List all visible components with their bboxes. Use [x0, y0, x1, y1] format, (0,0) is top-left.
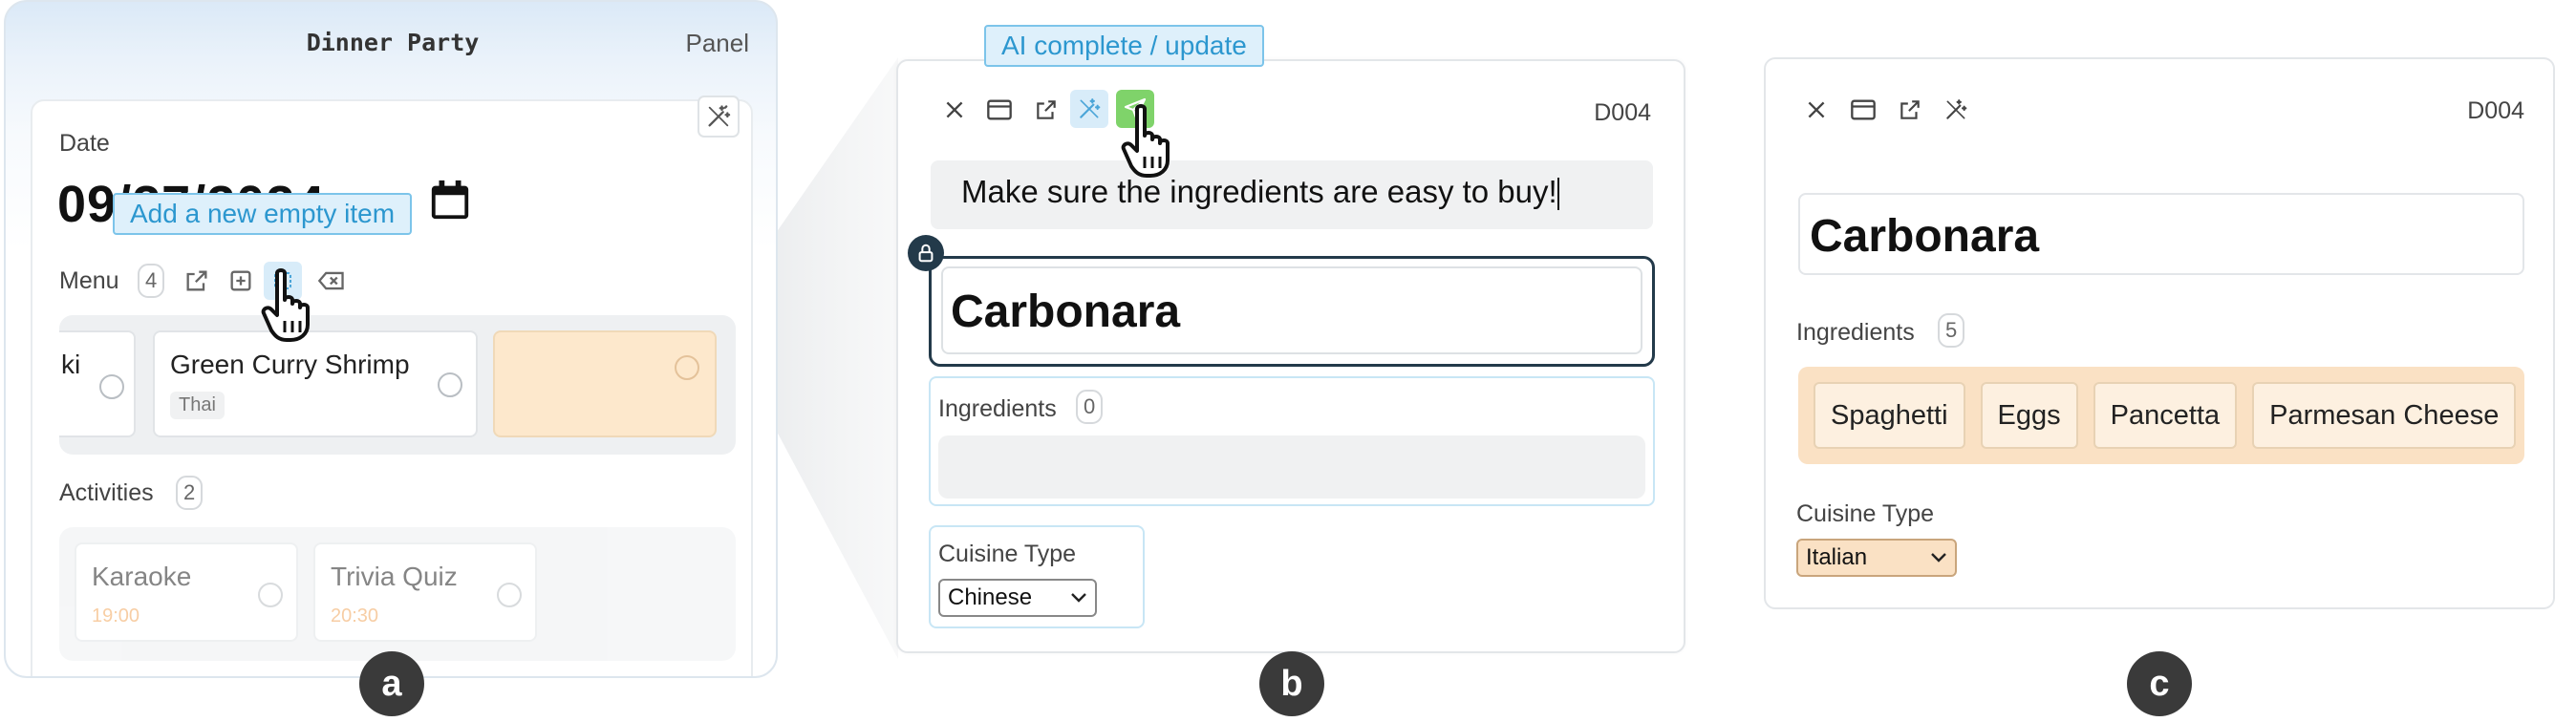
hand-cursor-icon — [261, 268, 310, 342]
chevron-right-icon — [497, 583, 522, 607]
dinner-party-panel: Dinner Party Panel Date 09/27/2024 Menu … — [4, 0, 778, 678]
cuisine-select[interactable]: Italian — [1796, 539, 1957, 577]
ingredient-chip[interactable]: Pancetta — [2093, 382, 2238, 449]
cuisine-label: Cuisine Type — [938, 541, 1077, 567]
dinner-party-card: Date 09/27/2024 Menu 4 ki Green Curry Sh… — [31, 96, 753, 676]
menu-item-tag: Thai — [170, 392, 225, 419]
ai-wand-button[interactable] — [1070, 90, 1108, 128]
ingredient-chip[interactable]: Spaghetti — [1814, 382, 1965, 449]
menu-item-name: Green Curry Shrimp — [170, 350, 410, 379]
open-external-icon[interactable] — [1898, 97, 1922, 122]
hand-cursor-icon — [1121, 104, 1170, 178]
activity-time: 19:00 — [92, 605, 140, 626]
activities-strip: Karaoke 19:00 Trivia Quiz 20:30 — [59, 527, 736, 661]
ingredients-label: Ingredients — [938, 395, 1057, 422]
ai-prompt-input[interactable]: Make sure the ingredients are easy to bu… — [931, 160, 1653, 229]
menu-items-strip: ki Green Curry Shrimp Thai — [59, 315, 736, 455]
cuisine-field: Cuisine Type Chinese — [929, 525, 1145, 628]
activity-name: Trivia Quiz — [331, 562, 458, 591]
chevron-right-icon — [675, 355, 699, 380]
activity-card[interactable]: Trivia Quiz 20:30 — [313, 542, 537, 642]
text-caret — [1556, 178, 1559, 211]
chevron-down-icon — [1071, 593, 1086, 603]
close-icon[interactable] — [1804, 97, 1829, 122]
cuisine-select-value: Italian — [1806, 544, 1868, 570]
magic-wand-icon[interactable] — [1943, 97, 1968, 122]
panel-title: Dinner Party — [306, 29, 480, 56]
ingredient-chip[interactable]: Parmesan Cheese — [2252, 382, 2517, 449]
add-item-tooltip: Add a new empty item — [113, 193, 413, 235]
activities-label: Activities — [59, 479, 154, 506]
window-icon[interactable] — [1850, 97, 1877, 122]
magic-wand-icon — [1080, 98, 1101, 118]
ingredient-chip[interactable]: Eggs — [1980, 382, 2078, 449]
open-external-icon[interactable] — [1034, 97, 1059, 122]
open-external-icon[interactable] — [183, 267, 210, 294]
activity-time: 20:30 — [331, 605, 379, 626]
chevron-right-icon — [258, 583, 283, 607]
ingredients-strip: Spaghetti Eggs Pancetta Parmesan Cheese — [1798, 367, 2524, 464]
ingredients-label: Ingredients — [1796, 319, 1915, 346]
ingredients-count-badge: 0 — [1076, 390, 1104, 424]
title-input[interactable]: Carbonara — [1798, 193, 2524, 275]
new-empty-item-card[interactable] — [493, 330, 717, 437]
chevron-right-icon — [438, 372, 462, 397]
panel-label-c: c — [2127, 651, 2192, 716]
document-id: D004 — [1594, 99, 1651, 126]
ai-prompt-text: Make sure the ingredients are easy to bu… — [961, 174, 1557, 209]
ingredients-empty-strip — [938, 435, 1645, 499]
menu-item-card[interactable]: Green Curry Shrimp Thai — [153, 330, 478, 437]
cuisine-select[interactable]: Chinese — [938, 579, 1097, 617]
lock-badge[interactable] — [908, 235, 944, 271]
chevron-down-icon — [1931, 553, 1946, 563]
panel-link[interactable]: Panel — [686, 29, 750, 58]
activities-count-badge: 2 — [176, 476, 204, 510]
ingredients-count-badge: 5 — [1938, 313, 1965, 348]
lock-icon — [918, 244, 934, 263]
menu-count-badge: 4 — [138, 264, 165, 298]
menu-item-card[interactable]: ki — [59, 330, 136, 437]
activity-card[interactable]: Karaoke 19:00 — [75, 542, 298, 642]
document-panel-result: D004 Carbonara Ingredients 5 Spaghetti E… — [1764, 57, 2555, 609]
menu-label: Menu — [59, 267, 119, 294]
date-label: Date — [59, 130, 110, 157]
document-id: D004 — [2467, 97, 2524, 124]
magic-wand-icon — [708, 105, 731, 127]
cuisine-label: Cuisine Type — [1796, 500, 1935, 527]
ingredients-list: Spaghetti Eggs Pancetta Parmesan Cheese — [1814, 382, 2517, 449]
ai-complete-tooltip: AI complete / update — [984, 25, 1264, 67]
panel-label-b: b — [1259, 651, 1324, 716]
document-panel-editing: D004 Make sure the ingredients are easy … — [896, 59, 1685, 653]
close-icon[interactable] — [942, 97, 967, 122]
window-icon[interactable] — [986, 97, 1013, 122]
cuisine-select-value: Chinese — [948, 584, 1033, 610]
title-input[interactable]: Carbonara — [941, 266, 1642, 354]
add-item-icon[interactable] — [227, 267, 254, 294]
ai-wand-button[interactable] — [698, 96, 740, 138]
chevron-right-icon — [99, 374, 124, 399]
menu-item-name: ki — [61, 350, 81, 379]
calendar-icon[interactable] — [428, 178, 472, 223]
title-field-locked[interactable]: Carbonara — [929, 256, 1655, 367]
ingredients-field: Ingredients 0 — [929, 376, 1655, 506]
activity-name: Karaoke — [92, 562, 192, 591]
panel-label-a: a — [359, 651, 424, 716]
